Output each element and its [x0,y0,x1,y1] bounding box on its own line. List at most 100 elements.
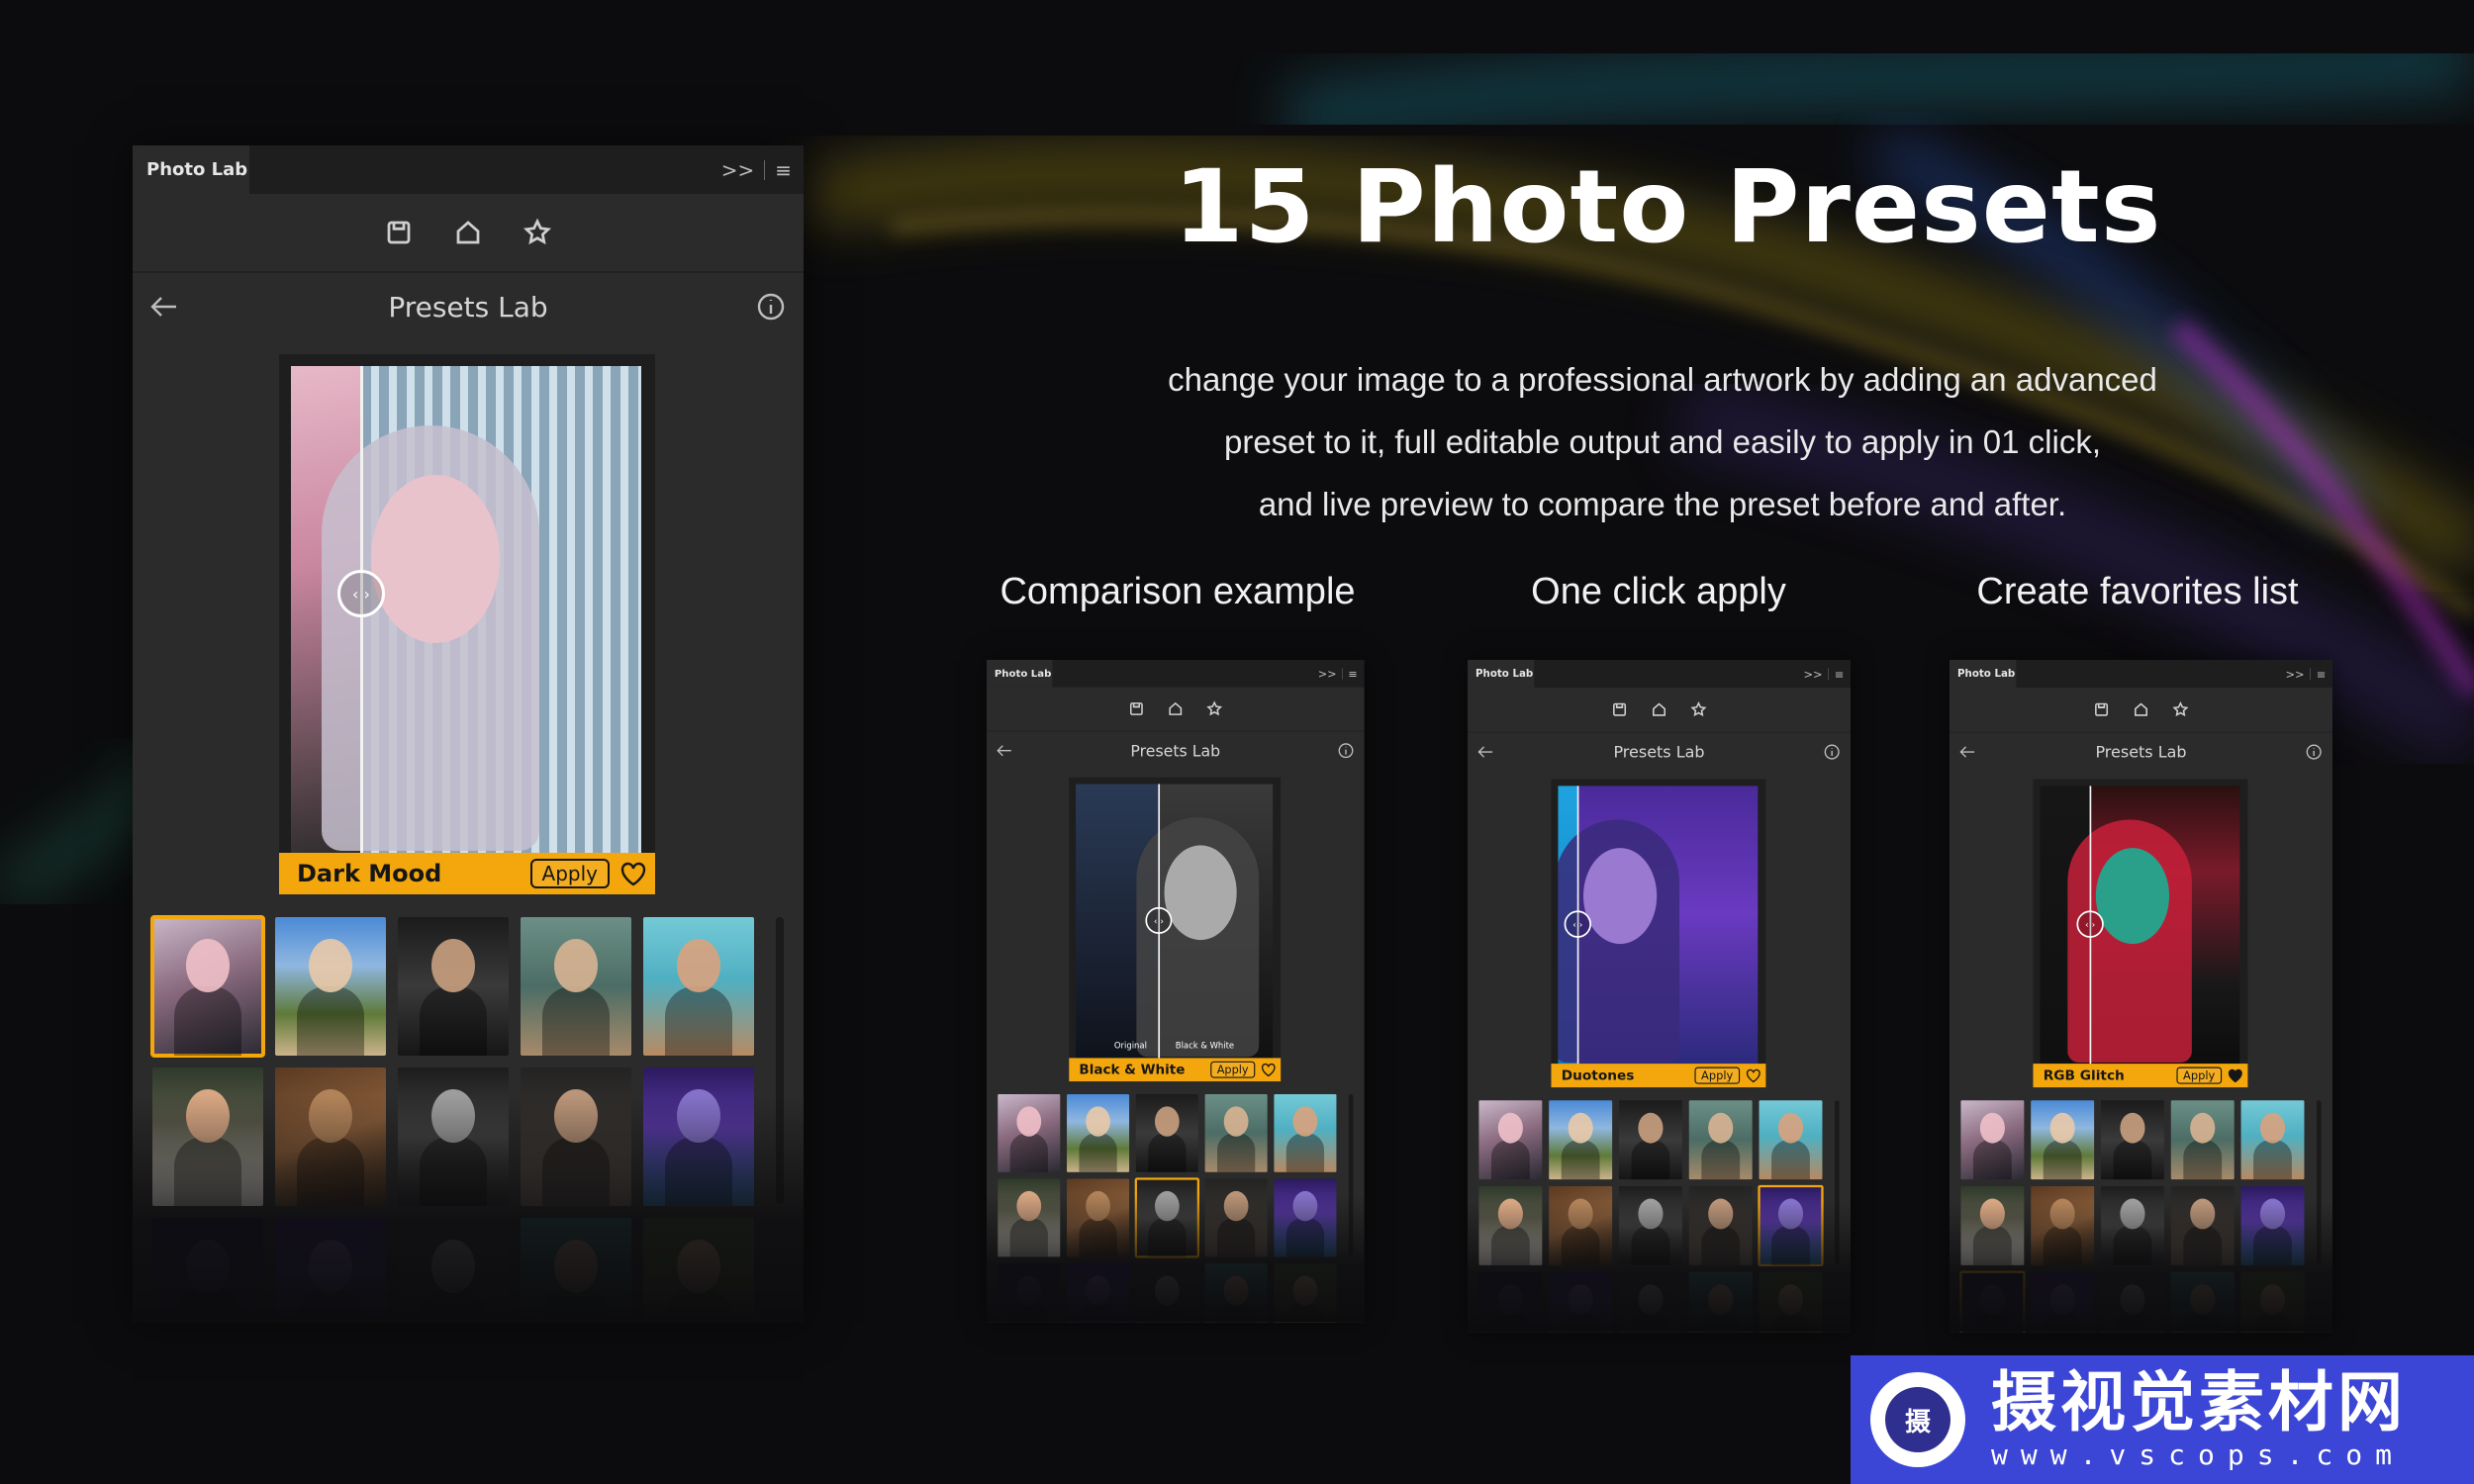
subject-face [1583,848,1658,945]
divider [1342,668,1343,680]
preset-thumbnail[interactable] [1549,1100,1613,1180]
back-arrow-icon[interactable] [1476,743,1494,760]
save-icon[interactable] [1611,701,1628,718]
preset-thumbnail[interactable] [1478,1100,1543,1180]
star-icon[interactable] [1690,701,1707,718]
panel-controls: >> ≡ [721,145,792,194]
back-arrow-icon[interactable] [148,292,180,322]
collapse-icon[interactable]: >> [2285,667,2304,681]
back-arrow-icon[interactable] [1958,743,1976,760]
thumbnail-body [420,986,487,1056]
preset-thumbnail[interactable] [2031,1100,2095,1180]
favorite-heart-icon[interactable] [619,861,647,886]
panel-header: Presets Lab [1950,733,2332,772]
panel-tabbar: Photo Lab >> ≡ [133,145,804,194]
save-icon[interactable] [1128,700,1145,717]
watermark-banner: 摄 摄视觉素材网 www.vscops.com [1851,1355,2474,1484]
preset-name: Dark Mood [297,860,442,887]
home-icon[interactable] [453,218,483,247]
preset-thumbnail[interactable] [1759,1100,1823,1180]
collapse-icon[interactable]: >> [1318,667,1337,681]
panel-menu-icon[interactable]: ≡ [1348,667,1357,681]
preset-thumbnail[interactable] [1960,1100,2025,1180]
thumbnail-subject [1568,1112,1593,1144]
preset-bar: Black & White Apply [1069,1058,1282,1082]
favorite-heart-icon[interactable] [1746,1068,1761,1083]
panel-tabbar: Photo Lab >> ≡ [1950,660,2333,688]
home-icon[interactable] [1167,700,1184,717]
save-icon[interactable] [2093,701,2110,718]
thumbnail-subject [1708,1112,1734,1144]
thumbnail-body [174,986,241,1056]
divider [764,159,766,180]
divider [1828,668,1829,680]
thumbnail-subject [677,939,720,992]
promo-canvas: Photo Lab >> ≡ Presets Lab ‹ › Dark Mood Apply… [0,0,2474,1484]
preset-thumbnail[interactable] [1204,1093,1268,1172]
info-icon[interactable] [756,292,786,322]
info-icon[interactable] [2306,743,2323,760]
thumbnail-subject [2049,1112,2075,1144]
preset-thumbnail[interactable] [1067,1093,1130,1172]
preset-thumbnail[interactable] [1618,1100,1682,1180]
compare-slider-handle[interactable]: ‹ › [1564,910,1592,938]
compare-slider-handle[interactable]: ‹ › [2076,910,2104,938]
preset-thumbnail[interactable] [150,915,265,1058]
preset-thumbnail[interactable] [275,917,386,1056]
preset-thumbnail[interactable] [2170,1100,2235,1180]
preset-name: RGB Glitch [2043,1067,2125,1084]
back-arrow-icon[interactable] [996,742,1013,759]
preset-thumbnail[interactable] [2240,1100,2305,1180]
star-icon[interactable] [1206,700,1223,717]
subject-face [2095,848,2170,945]
thumbnail-subject [2120,1112,2145,1144]
apply-button[interactable]: Apply [2176,1067,2223,1084]
panel-tab[interactable]: Photo Lab [1468,660,1535,688]
info-icon[interactable] [1824,743,1841,760]
panel-title: Presets Lab [2095,742,2187,762]
panel-tab[interactable]: Photo Lab [1950,660,2017,688]
home-icon[interactable] [1651,701,1667,718]
panel-menu-icon[interactable]: ≡ [775,158,792,182]
preset-thumbnail[interactable] [1274,1093,1337,1172]
photo-lab-panel-comparison: Photo Lab >> ≡ Presets Lab ‹ › Original Black … [987,660,1365,1323]
compare-slider-handle[interactable]: ‹ › [337,570,385,617]
subject-face [371,475,500,643]
compare-slider-handle[interactable]: ‹ › [1145,906,1173,934]
info-icon[interactable] [1338,742,1355,759]
star-icon[interactable] [2172,701,2189,718]
panel-tab[interactable]: Photo Lab [133,145,249,194]
preset-preview: ‹ › Original Black & White [1069,777,1282,1065]
preset-thumbnail[interactable] [998,1093,1061,1172]
thumbnail-subject [1086,1106,1110,1137]
thumbnail-subject [2259,1112,2286,1144]
panel-menu-icon[interactable]: ≡ [2317,667,2327,681]
thumbnail-body [2183,1140,2223,1180]
preset-thumbnail[interactable] [521,917,631,1056]
preset-thumbnail[interactable] [643,917,754,1056]
favorite-heart-icon[interactable] [1261,1063,1277,1077]
preset-thumbnail[interactable] [1135,1093,1198,1172]
preset-thumbnail[interactable] [1688,1100,1753,1180]
home-icon[interactable] [2133,701,2149,718]
preview-image: ‹ › [2040,786,2240,1069]
preset-thumbnail[interactable] [2100,1100,2164,1180]
apply-button[interactable]: Apply [529,859,610,888]
panel-menu-icon[interactable]: ≡ [1835,667,1845,681]
collapse-icon[interactable]: >> [1803,667,1822,681]
star-icon[interactable] [523,218,552,247]
watermark-logo-char: 摄 [1885,1387,1951,1452]
watermark-name: 摄视觉素材网 [1991,1364,2407,1440]
toolbar [1468,688,1852,733]
collapse-icon[interactable]: >> [721,158,755,182]
panel-header: Presets Lab [1468,733,1851,772]
preset-preview: ‹ › [279,354,655,863]
favorite-heart-icon[interactable] [2228,1068,2243,1083]
panel-tab[interactable]: Photo Lab [987,660,1053,688]
apply-button[interactable]: Apply [1209,1061,1256,1078]
preset-thumbnail[interactable] [398,917,509,1056]
save-icon[interactable] [384,218,414,247]
toolbar [133,194,804,273]
apply-button[interactable]: Apply [1694,1067,1741,1084]
preset-preview: ‹ › [1551,779,1766,1069]
